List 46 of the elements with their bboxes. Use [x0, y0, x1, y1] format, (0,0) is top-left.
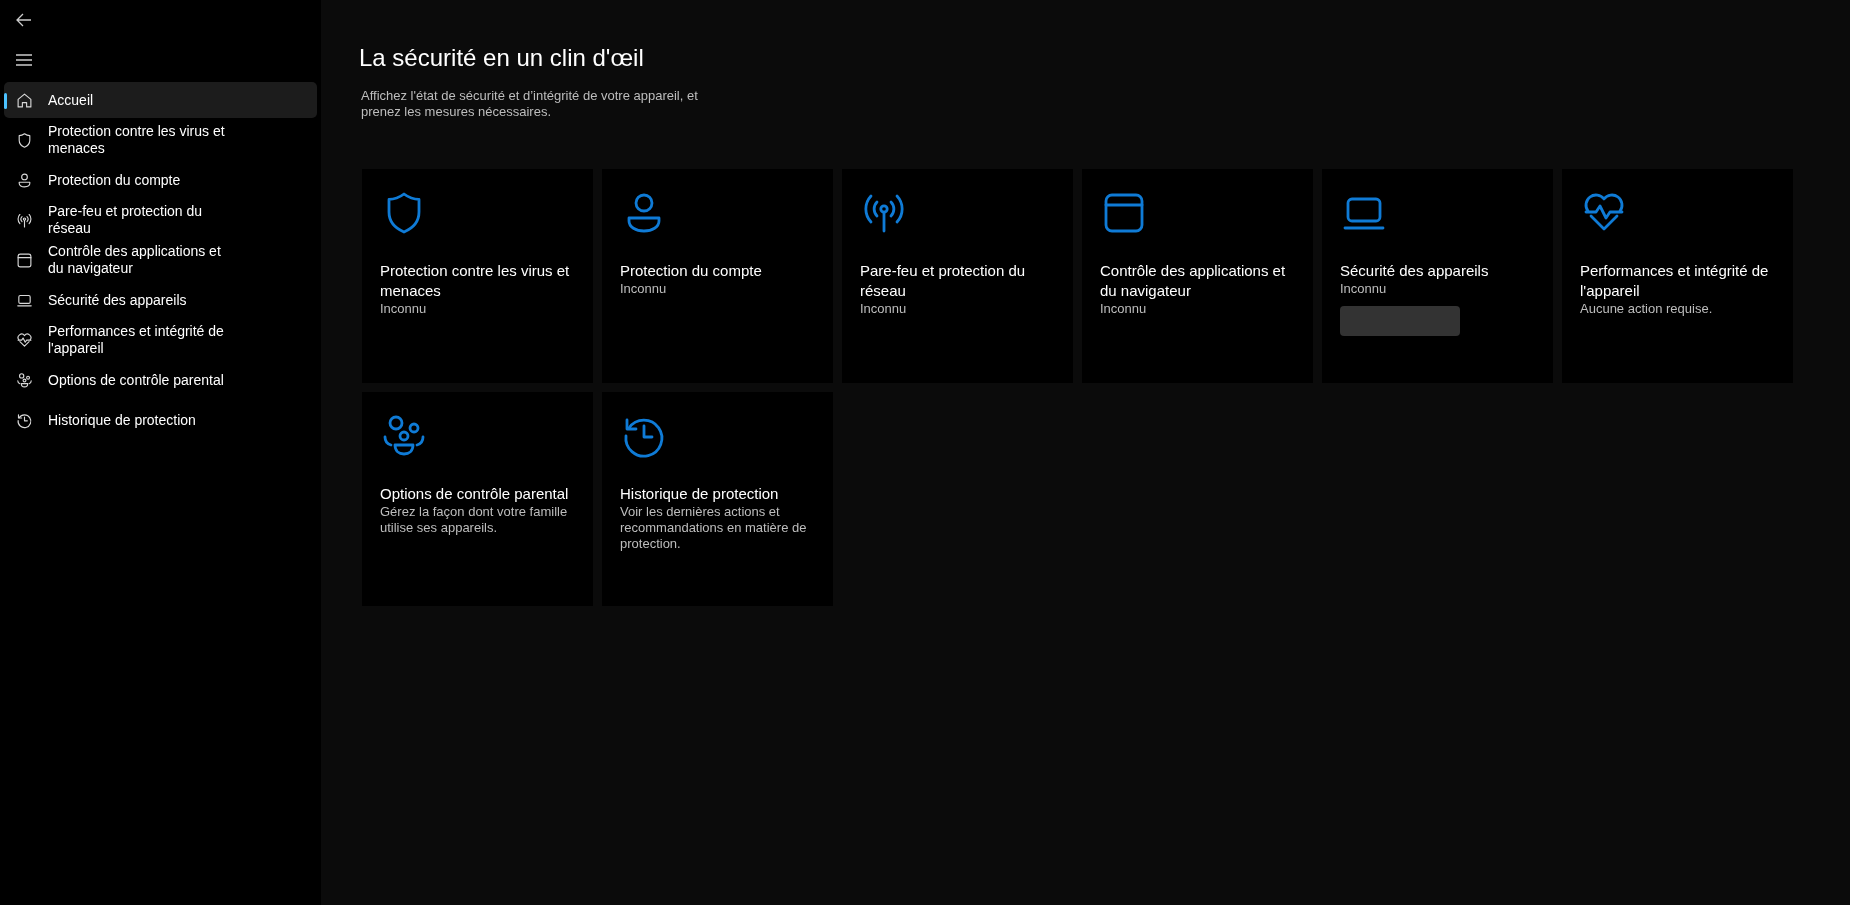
status-card[interactable]: Historique de protection Voir les dernières actions et recommandations en matière de protection. — [602, 392, 833, 606]
status-card[interactable]: Pare-feu et protection du réseau Inconnu — [842, 169, 1073, 383]
card-status: Inconnu — [1100, 301, 1148, 317]
sidebar-item[interactable]: Sécurité des appareils — [4, 282, 317, 318]
menu-icon[interactable] — [16, 54, 32, 66]
card-title: Options de contrôle parental — [380, 484, 570, 504]
status-card[interactable]: Protection du compte Inconnu — [602, 169, 833, 383]
browser-window-icon — [16, 251, 33, 269]
card-status: Inconnu — [860, 301, 908, 317]
card-status: Inconnu — [1340, 281, 1388, 297]
sidebar-item[interactable]: Options de contrôle parental — [4, 362, 317, 398]
shield-icon — [16, 131, 33, 149]
history-clock-icon — [16, 411, 33, 429]
card-title: Performances et intégrité de l'appareil — [1580, 261, 1770, 301]
home-icon — [16, 91, 33, 109]
card-title: Historique de protection — [620, 484, 780, 504]
card-status: Inconnu — [380, 301, 428, 317]
page-description: Affichez l'état de sécurité et d’intégrité de votre appareil, et prenez les mesures nécessaires. — [361, 88, 699, 120]
card-status: Gérez la façon dont votre famille utilise ses appareils. — [380, 504, 569, 536]
sidebar-item[interactable]: Pare-feu et protection du réseau — [4, 202, 317, 238]
status-card[interactable]: Protection contre les virus et menaces Inconnu — [362, 169, 593, 383]
sidebar-item[interactable]: Protection du compte — [4, 162, 317, 198]
sidebar-item[interactable]: Historique de protection — [4, 402, 317, 438]
person-icon — [16, 171, 33, 189]
status-card[interactable]: Contrôle des applications et du navigateur Inconnu — [1082, 169, 1313, 383]
sidebar-item[interactable]: Protection contre les virus et menaces — [4, 122, 317, 158]
family-icon — [16, 371, 33, 389]
card-title: Contrôle des applications et du navigateur — [1100, 261, 1287, 301]
sidebar-item[interactable]: Accueil — [4, 82, 317, 118]
heart-pulse-icon — [16, 331, 33, 349]
card-status: Inconnu — [620, 281, 668, 297]
selection-indicator — [4, 93, 7, 109]
back-arrow-icon[interactable] — [16, 13, 32, 27]
status-card[interactable]: Sécurité des appareils Inconnu — [1322, 169, 1553, 383]
page-title: La sécurité en un clin d'œil — [359, 43, 645, 73]
status-card[interactable]: Performances et intégrité de l'appareil Aucune action requise. — [1562, 169, 1793, 383]
sidebar-item[interactable]: Performances et intégrité de l'appareil — [4, 322, 317, 358]
card-title: Protection du compte — [620, 261, 763, 281]
card-status: Aucune action requise. — [1580, 301, 1714, 317]
card-title: Pare-feu et protection du réseau — [860, 261, 1027, 301]
sidebar-item[interactable]: Contrôle des applications et du navigateur — [4, 242, 317, 278]
antenna-signal-icon — [16, 211, 33, 229]
card-status: Voir les dernières actions et recommandations en matière de protection. — [620, 504, 808, 552]
card-title: Protection contre les virus et menaces — [380, 261, 571, 301]
card-title: Sécurité des appareils — [1340, 261, 1490, 281]
status-card[interactable]: Options de contrôle parental Gérez la façon dont votre famille utilise ses appareils. — [362, 392, 593, 606]
